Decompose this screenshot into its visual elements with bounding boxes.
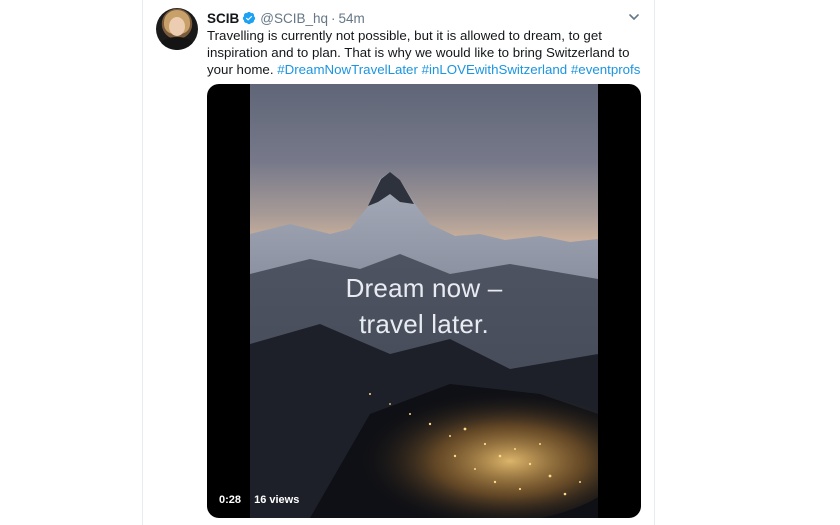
video-frame: Dream now – travel later. xyxy=(250,84,598,518)
chevron-down-icon[interactable] xyxy=(627,10,641,24)
avatar-body xyxy=(160,37,194,50)
tweet-header: SCIB @SCIB_hq · 54m xyxy=(207,9,365,27)
video-player[interactable]: Dream now – travel later. 0:28 16 views xyxy=(207,84,641,518)
video-overlay-text: Dream now – xyxy=(345,273,503,303)
tweet-timestamp[interactable]: 54m xyxy=(339,11,365,26)
tweet-body: Travelling is currently not possible, bu… xyxy=(207,28,630,77)
hashtag-link[interactable]: #eventprofs xyxy=(571,62,640,77)
video-views: 16 views xyxy=(254,494,300,506)
author-name[interactable]: SCIB xyxy=(207,11,239,26)
page: SCIB @SCIB_hq · 54m Travelling is curren… xyxy=(0,0,840,525)
hashtag-link[interactable]: #DreamNowTravelLater xyxy=(277,62,418,77)
verified-badge-icon xyxy=(242,11,256,25)
hashtag-link[interactable]: #inLOVEwithSwitzerland xyxy=(422,62,568,77)
author-handle[interactable]: @SCIB_hq xyxy=(260,11,328,26)
avatar-face xyxy=(169,17,185,36)
video-meta: 0:28 16 views xyxy=(219,494,299,506)
tweet-text: Travelling is currently not possible, bu… xyxy=(207,27,643,78)
video-overlay-text: travel later. xyxy=(359,309,489,339)
avatar[interactable] xyxy=(156,8,198,50)
header-separator: · xyxy=(331,10,336,26)
video-duration: 0:28 xyxy=(219,494,242,506)
